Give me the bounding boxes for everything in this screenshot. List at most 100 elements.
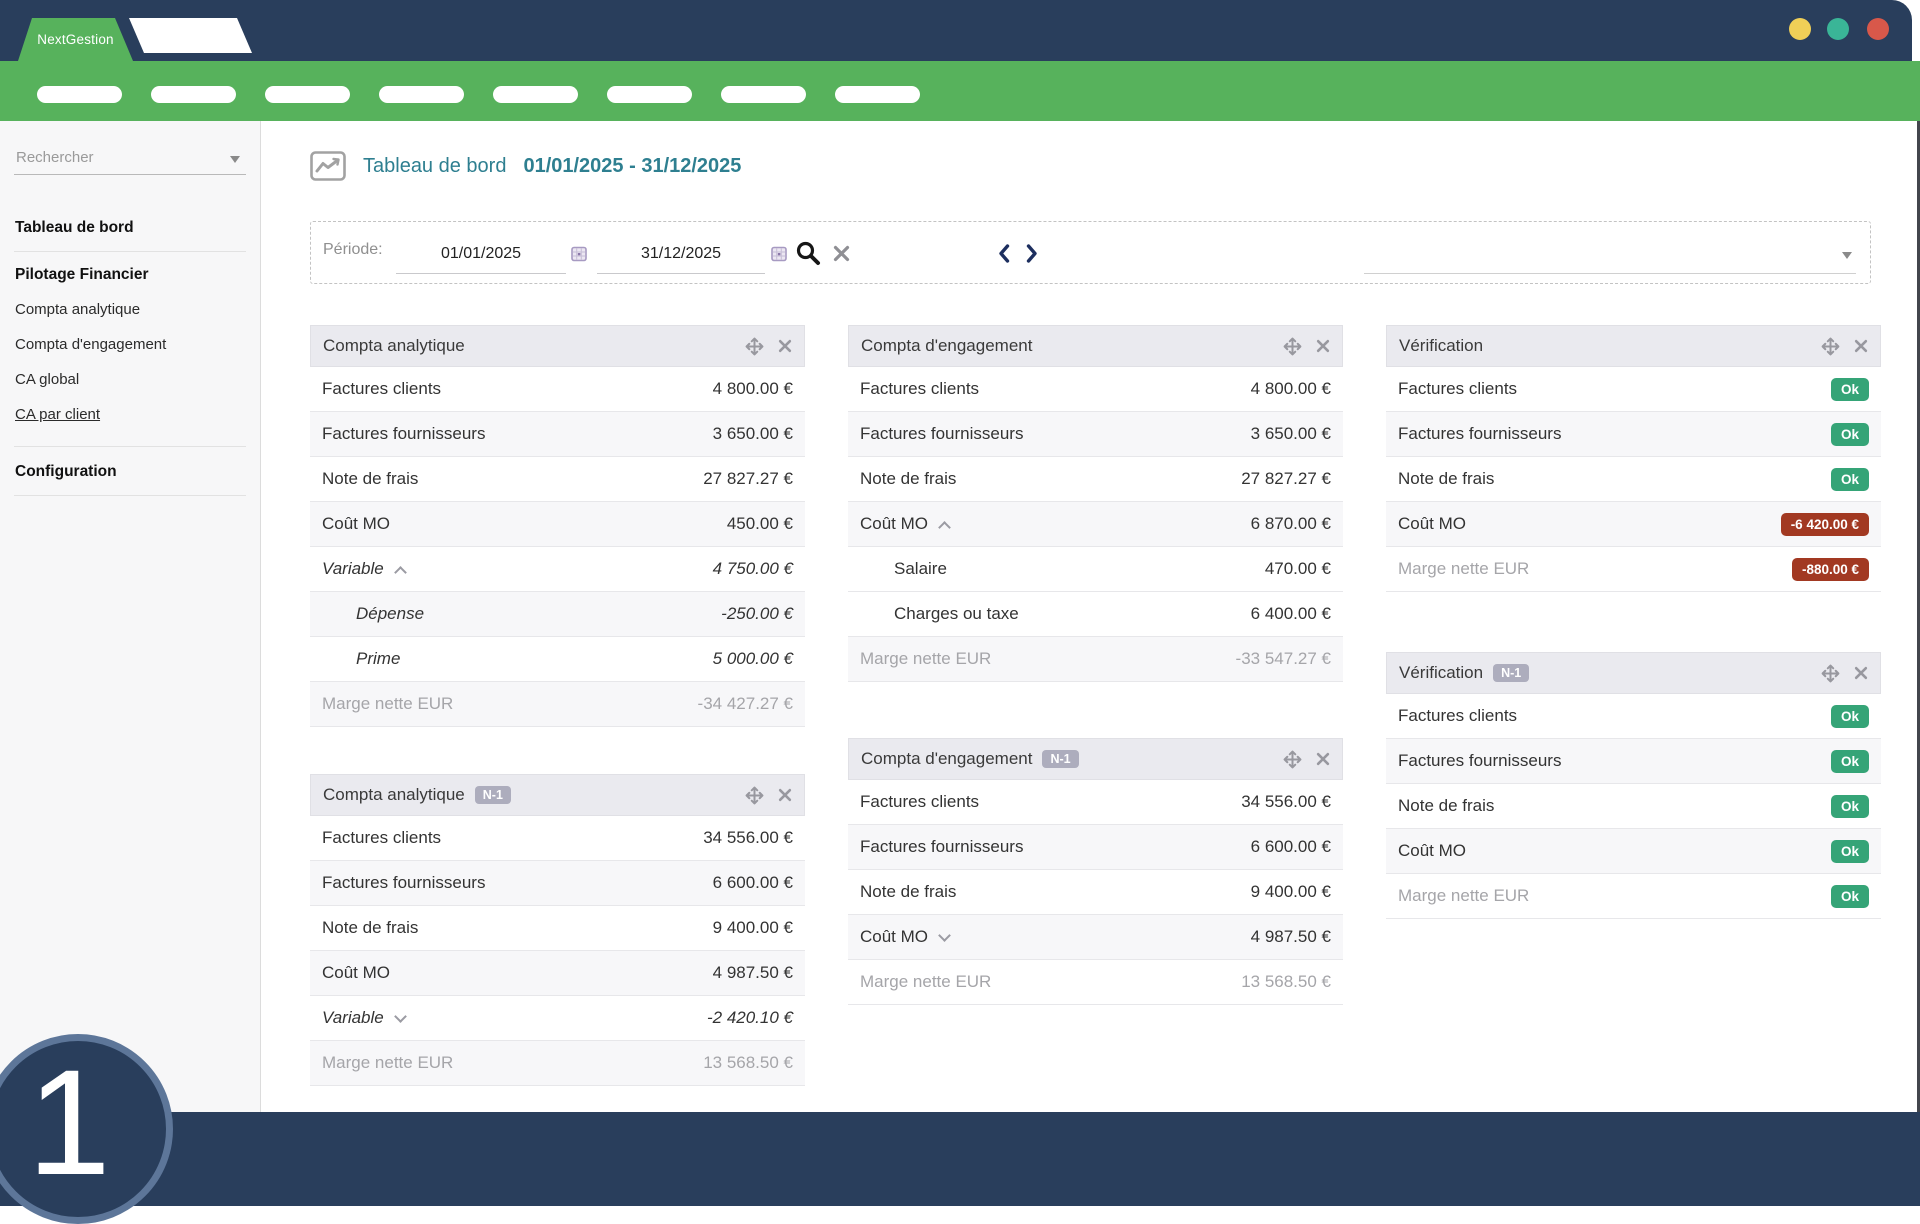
nav-menu-pill[interactable]	[607, 86, 692, 103]
table-row-expandable: Coût MO 6 870.00 €	[848, 502, 1343, 547]
table-row-expandable: Variable -2 420.10 €	[310, 996, 805, 1041]
close-icon[interactable]	[1316, 339, 1330, 353]
search-submit-icon[interactable]	[795, 240, 821, 271]
sidebar-item-dashboard[interactable]: Tableau de bord	[0, 219, 260, 237]
clear-filter-icon[interactable]	[832, 244, 851, 268]
calendar-icon[interactable]	[571, 246, 587, 267]
move-icon[interactable]	[1283, 750, 1302, 769]
nav-menu-pill[interactable]	[721, 86, 806, 103]
close-icon[interactable]	[778, 788, 792, 802]
sidebar: Rechercher Tableau de bord Pilotage Fina…	[0, 121, 261, 1112]
status-badge: Ok	[1831, 468, 1869, 491]
widget-header[interactable]: Compta d'engagement	[848, 325, 1343, 367]
sidebar-item-compta-engagement[interactable]: Compta d'engagement	[0, 327, 260, 362]
row-value: 27 827.27 €	[703, 469, 793, 489]
row-label: Prime	[356, 649, 400, 669]
row-value: 4 800.00 €	[713, 379, 793, 399]
row-label: Marge nette EUR	[322, 1053, 453, 1073]
widget-column: Vérification Factures clients Ok Facture…	[1386, 325, 1881, 919]
table-subrow: Dépense -250.00 €	[310, 592, 805, 637]
row-label: Marge nette EUR	[860, 649, 991, 669]
brand-logo[interactable]: NextGestion	[18, 18, 133, 61]
nav-menu-pill[interactable]	[265, 86, 350, 103]
row-label: Coût MO	[1398, 514, 1466, 534]
row-label: Factures clients	[860, 792, 979, 812]
date-start-input[interactable]: 01/01/2025	[396, 234, 566, 274]
comparison-select[interactable]	[1364, 232, 1856, 274]
status-badge: -6 420.00 €	[1781, 513, 1869, 536]
nav-menu-pill[interactable]	[379, 86, 464, 103]
row-label: Note de frais	[860, 469, 956, 489]
search-input[interactable]: Rechercher	[14, 143, 246, 175]
widget-compta-engagement-n1: Compta d'engagement N-1 Factures clients…	[848, 738, 1343, 1005]
n1-badge: N-1	[1042, 750, 1078, 768]
row-label: Factures clients	[1398, 379, 1517, 399]
widget-header[interactable]: Vérification N-1	[1386, 652, 1881, 694]
n1-badge: N-1	[475, 786, 511, 804]
widget-compta-analytique-n1: Compta analytique N-1 Factures clients 3…	[310, 774, 805, 1086]
sidebar-item-ca-global[interactable]: CA global	[0, 362, 260, 397]
brand-logo-shape	[129, 18, 252, 53]
close-icon[interactable]	[1316, 752, 1330, 766]
row-value: 9 400.00 €	[713, 918, 793, 938]
nav-menu-pill[interactable]	[37, 86, 122, 103]
n1-badge: N-1	[1493, 664, 1529, 682]
close-icon[interactable]	[1854, 666, 1868, 680]
row-value: 3 650.00 €	[1251, 424, 1331, 444]
widget-header[interactable]: Vérification	[1386, 325, 1881, 367]
row-value: 6 400.00 €	[1251, 604, 1331, 624]
widget-header[interactable]: Compta analytique N-1	[310, 774, 805, 816]
table-row: Note de frais 9 400.00 €	[848, 870, 1343, 915]
table-row: Coût MO 4 987.50 €	[310, 951, 805, 996]
status-badge: -880.00 €	[1792, 558, 1869, 581]
row-label: Note de frais	[1398, 469, 1494, 489]
traffic-light-yellow-icon[interactable]	[1789, 18, 1811, 40]
table-row-total: Marge nette EUR 13 568.50 €	[848, 960, 1343, 1005]
close-icon[interactable]	[778, 339, 792, 353]
status-badge: Ok	[1831, 705, 1869, 728]
traffic-light-teal-icon[interactable]	[1827, 18, 1849, 40]
row-label: Note de frais	[322, 918, 418, 938]
row-value: 4 987.50 €	[1251, 927, 1331, 947]
move-icon[interactable]	[1821, 664, 1840, 683]
chevron-down-icon[interactable]	[394, 1010, 407, 1023]
previous-period-icon[interactable]	[997, 243, 1011, 269]
chevron-down-icon	[1842, 252, 1852, 259]
chevron-up-icon[interactable]	[938, 521, 951, 534]
row-label: Factures fournisseurs	[860, 424, 1023, 444]
close-icon[interactable]	[1854, 339, 1868, 353]
nav-menu-pill[interactable]	[151, 86, 236, 103]
date-end-input[interactable]: 31/12/2025	[597, 234, 765, 274]
table-row-total: Marge nette EUR -34 427.27 €	[310, 682, 805, 727]
row-value: -2 420.10 €	[707, 1008, 793, 1028]
table-row-total: Marge nette EUR -880.00 €	[1386, 547, 1881, 592]
move-icon[interactable]	[1283, 337, 1302, 356]
row-value: 470.00 €	[1265, 559, 1331, 579]
line-chart-icon	[310, 151, 346, 181]
traffic-light-red-icon[interactable]	[1867, 18, 1889, 40]
sidebar-section-pilotage[interactable]: Pilotage Financier	[0, 266, 260, 284]
row-label: Coût MO	[860, 927, 928, 947]
widget-header[interactable]: Compta d'engagement N-1	[848, 738, 1343, 780]
widget-title: Compta d'engagement	[861, 336, 1032, 356]
row-label: Note de frais	[1398, 796, 1494, 816]
move-icon[interactable]	[745, 337, 764, 356]
brand-name: NextGestion	[37, 32, 113, 47]
move-icon[interactable]	[1821, 337, 1840, 356]
nav-menu-pill[interactable]	[835, 86, 920, 103]
move-icon[interactable]	[745, 786, 764, 805]
sidebar-item-compta-analytique[interactable]: Compta analytique	[0, 292, 260, 327]
chevron-down-icon[interactable]	[938, 929, 951, 942]
sidebar-item-ca-par-client[interactable]: CA par client	[0, 397, 260, 432]
widget-header[interactable]: Compta analytique	[310, 325, 805, 367]
table-row-total: Marge nette EUR -33 547.27 €	[848, 637, 1343, 682]
calendar-icon[interactable]	[771, 246, 787, 267]
next-period-icon[interactable]	[1025, 243, 1039, 269]
chevron-up-icon[interactable]	[394, 566, 407, 579]
nav-menu-pill[interactable]	[493, 86, 578, 103]
sidebar-section-configuration[interactable]: Configuration	[0, 463, 260, 481]
search-placeholder: Rechercher	[14, 143, 246, 173]
row-label: Factures fournisseurs	[860, 837, 1023, 857]
row-label: Coût MO	[322, 963, 390, 983]
row-label: Factures fournisseurs	[322, 424, 485, 444]
